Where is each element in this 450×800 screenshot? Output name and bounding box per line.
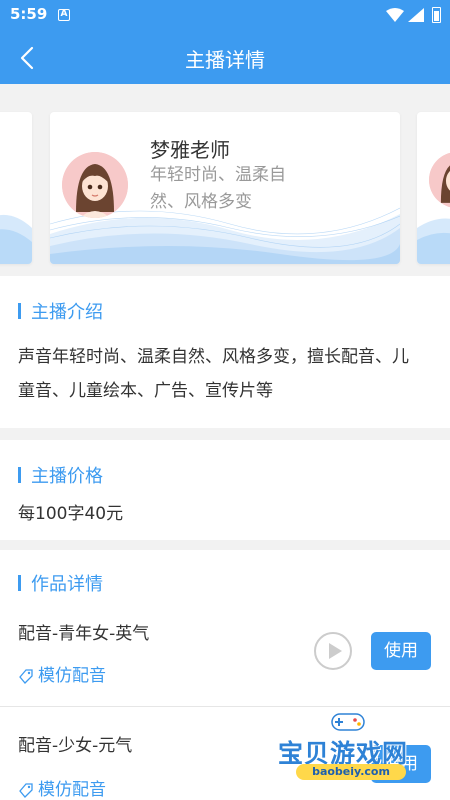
- works-heading: 作品详情: [31, 574, 103, 595]
- tag-icon: [19, 669, 33, 684]
- divider: [0, 706, 450, 707]
- section-heading: 主播价格: [18, 462, 103, 488]
- section-heading: 主播介绍: [18, 298, 103, 324]
- gamepad-icon: [331, 713, 365, 731]
- anchor-description: 年轻时尚、温柔自然、风格多变: [150, 165, 286, 212]
- signal-icon: [408, 8, 424, 22]
- work-tag-label: 模仿配音: [38, 780, 106, 800]
- notification-icon: A: [58, 9, 70, 21]
- work-title: 配音-少女-元气: [18, 736, 133, 756]
- work-tag-label: 模仿配音: [38, 666, 106, 686]
- watermark: 宝贝游戏网 baobeiy.com: [276, 708, 426, 788]
- status-bar: 5:59 A: [0, 0, 450, 30]
- anchor-carousel[interactable]: 梦雅老师 年轻时尚、温柔自然、风格多变: [0, 84, 450, 276]
- anchor-avatar: [62, 152, 128, 218]
- work-tag: 模仿配音: [18, 661, 106, 686]
- tag-icon: [19, 783, 33, 798]
- anchor-card-next[interactable]: [417, 112, 450, 264]
- price-text: 每100字40元: [18, 504, 124, 524]
- work-tag: 模仿配音: [18, 775, 106, 800]
- play-button[interactable]: [314, 632, 352, 670]
- wave-decoration: [0, 215, 32, 264]
- watermark-url: baobeiy.com: [296, 764, 406, 780]
- intro-heading: 主播介绍: [31, 302, 103, 323]
- anchor-card[interactable]: 梦雅老师 年轻时尚、温柔自然、风格多变: [50, 112, 400, 264]
- anchor-name: 梦雅老师: [150, 138, 230, 162]
- work-title: 配音-青年女-英气: [18, 624, 150, 644]
- wifi-icon: [386, 8, 404, 22]
- price-heading: 主播价格: [31, 466, 103, 487]
- intro-text: 声音年轻时尚、温柔自然、风格多变，擅长配音、儿童音、儿童绘本、广告、宣传片等: [18, 347, 409, 401]
- price-section: 主播价格 每100字40元: [0, 440, 450, 540]
- battery-icon: [432, 7, 441, 23]
- intro-section: 主播介绍 声音年轻时尚、温柔自然、风格多变，擅长配音、儿童音、儿童绘本、广告、宣…: [0, 276, 450, 428]
- status-time: 5:59: [10, 5, 48, 23]
- page-title: 主播详情: [185, 48, 265, 72]
- nav-bar: 主播详情: [0, 30, 450, 84]
- anchor-card-prev[interactable]: [0, 112, 32, 264]
- use-button[interactable]: 使用: [371, 632, 431, 670]
- section-heading: 作品详情: [18, 570, 103, 596]
